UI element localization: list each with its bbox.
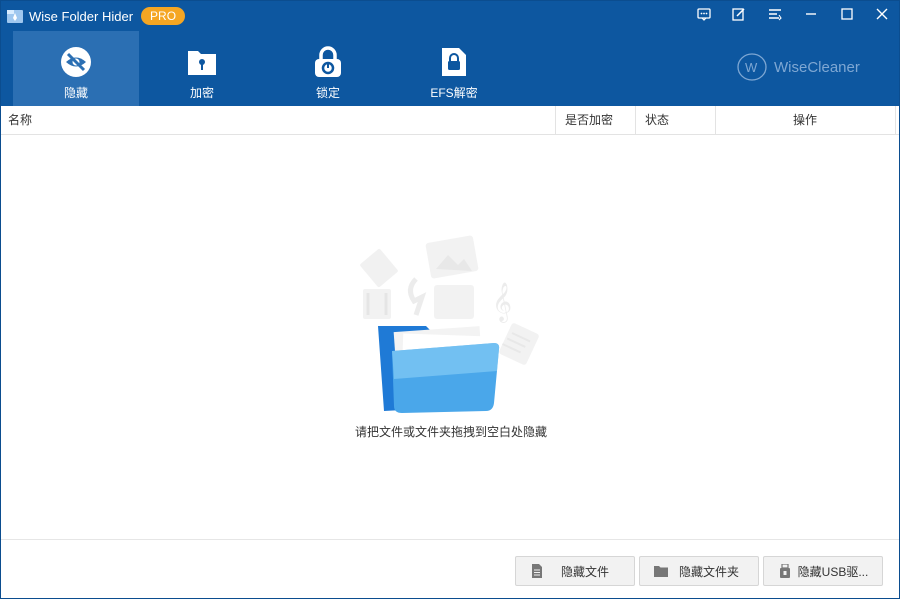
folder-lock-icon [186, 46, 218, 78]
edit-icon[interactable] [724, 3, 754, 25]
column-action[interactable]: 操作 [715, 106, 895, 134]
app-logo-icon [7, 9, 23, 23]
menu-icon[interactable] [760, 3, 790, 25]
close-icon[interactable] [867, 3, 897, 25]
svg-text:W: W [745, 60, 758, 75]
tab-hide[interactable]: 隐藏 [13, 31, 139, 106]
app-window: Wise Folder Hider PRO 隐藏 加密 锁定 EFS解密 W W… [0, 0, 900, 599]
hide-folder-button[interactable]: 隐藏文件夹 [639, 556, 759, 586]
empty-state-message: 请把文件或文件夹拖拽到空白处隐藏 [354, 425, 547, 439]
file-icon [530, 564, 544, 578]
file-lock-icon [438, 46, 470, 78]
padlock-icon [312, 46, 344, 78]
app-title: Wise Folder Hider [29, 8, 134, 24]
tab-encrypt[interactable]: 加密 [139, 31, 265, 106]
empty-folder-illustration: 𝄞 [360, 235, 539, 413]
wisecleaner-logo-icon: W [737, 53, 767, 81]
footer-bar: 隐藏文件 隐藏文件夹 隐藏USB驱... [1, 539, 899, 598]
tab-encrypt-label: 加密 [189, 86, 214, 100]
column-encrypted[interactable]: 是否加密 [565, 106, 613, 134]
hide-file-button[interactable]: 隐藏文件 [515, 556, 635, 586]
brand-name: WiseCleaner [774, 58, 860, 76]
table-header: 名称 是否加密 状态 操作 [1, 106, 899, 135]
column-name[interactable]: 名称 [8, 106, 32, 134]
hide-file-label: 隐藏文件 [560, 564, 609, 579]
hide-usb-drive-label: 隐藏USB驱... [797, 564, 869, 579]
header-bar: Wise Folder Hider PRO 隐藏 加密 锁定 EFS解密 W W… [1, 1, 899, 106]
title-bar: Wise Folder Hider PRO [7, 5, 186, 27]
feedback-icon[interactable] [689, 3, 719, 25]
folder-icon [654, 564, 668, 578]
wisecleaner-brand[interactable]: W WiseCleaner [736, 52, 860, 82]
minimize-icon[interactable] [796, 3, 826, 25]
eye-hidden-icon [60, 46, 92, 78]
column-divider[interactable] [635, 106, 636, 134]
hide-folder-label: 隐藏文件夹 [678, 564, 739, 579]
svg-text:𝄞: 𝄞 [492, 282, 512, 323]
maximize-icon[interactable] [832, 3, 862, 25]
usb-lock-icon [778, 564, 792, 578]
column-divider[interactable] [555, 106, 556, 134]
tab-bar: 隐藏 加密 锁定 EFS解密 [13, 31, 517, 106]
tab-efs-decrypt[interactable]: EFS解密 [391, 31, 517, 106]
column-status[interactable]: 状态 [645, 106, 669, 134]
hide-usb-drive-button[interactable]: 隐藏USB驱... [763, 556, 883, 586]
tab-hide-label: 隐藏 [63, 86, 88, 100]
column-divider[interactable] [895, 106, 896, 134]
tab-lock-label: 锁定 [315, 86, 340, 100]
tab-efs-decrypt-label: EFS解密 [430, 86, 478, 100]
tab-lock[interactable]: 锁定 [265, 31, 391, 106]
pro-badge[interactable]: PRO [141, 7, 186, 25]
